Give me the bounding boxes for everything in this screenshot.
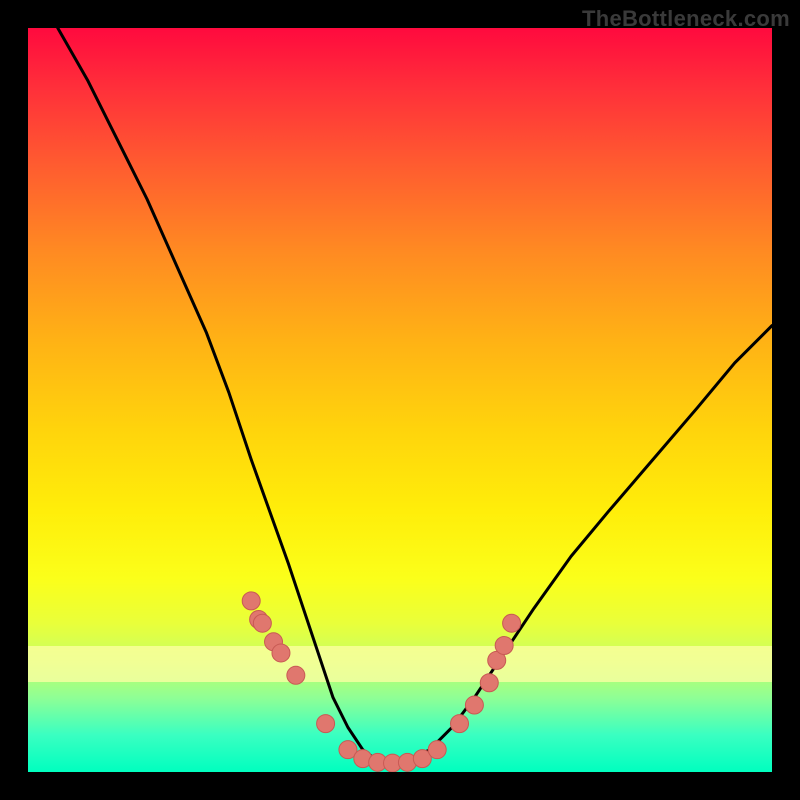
data-point — [317, 715, 335, 733]
data-point — [465, 696, 483, 714]
data-point — [253, 614, 271, 632]
watermark-text: TheBottleneck.com — [582, 6, 790, 32]
data-point — [480, 674, 498, 692]
curve-layer — [28, 28, 772, 772]
data-point — [451, 715, 469, 733]
data-point — [287, 666, 305, 684]
data-point — [428, 741, 446, 759]
data-point — [242, 592, 260, 610]
data-point — [272, 644, 290, 662]
data-point — [495, 637, 513, 655]
plot-area — [28, 28, 772, 772]
data-point — [503, 614, 521, 632]
bottleneck-curve — [58, 28, 772, 763]
chart-frame: TheBottleneck.com — [0, 0, 800, 800]
